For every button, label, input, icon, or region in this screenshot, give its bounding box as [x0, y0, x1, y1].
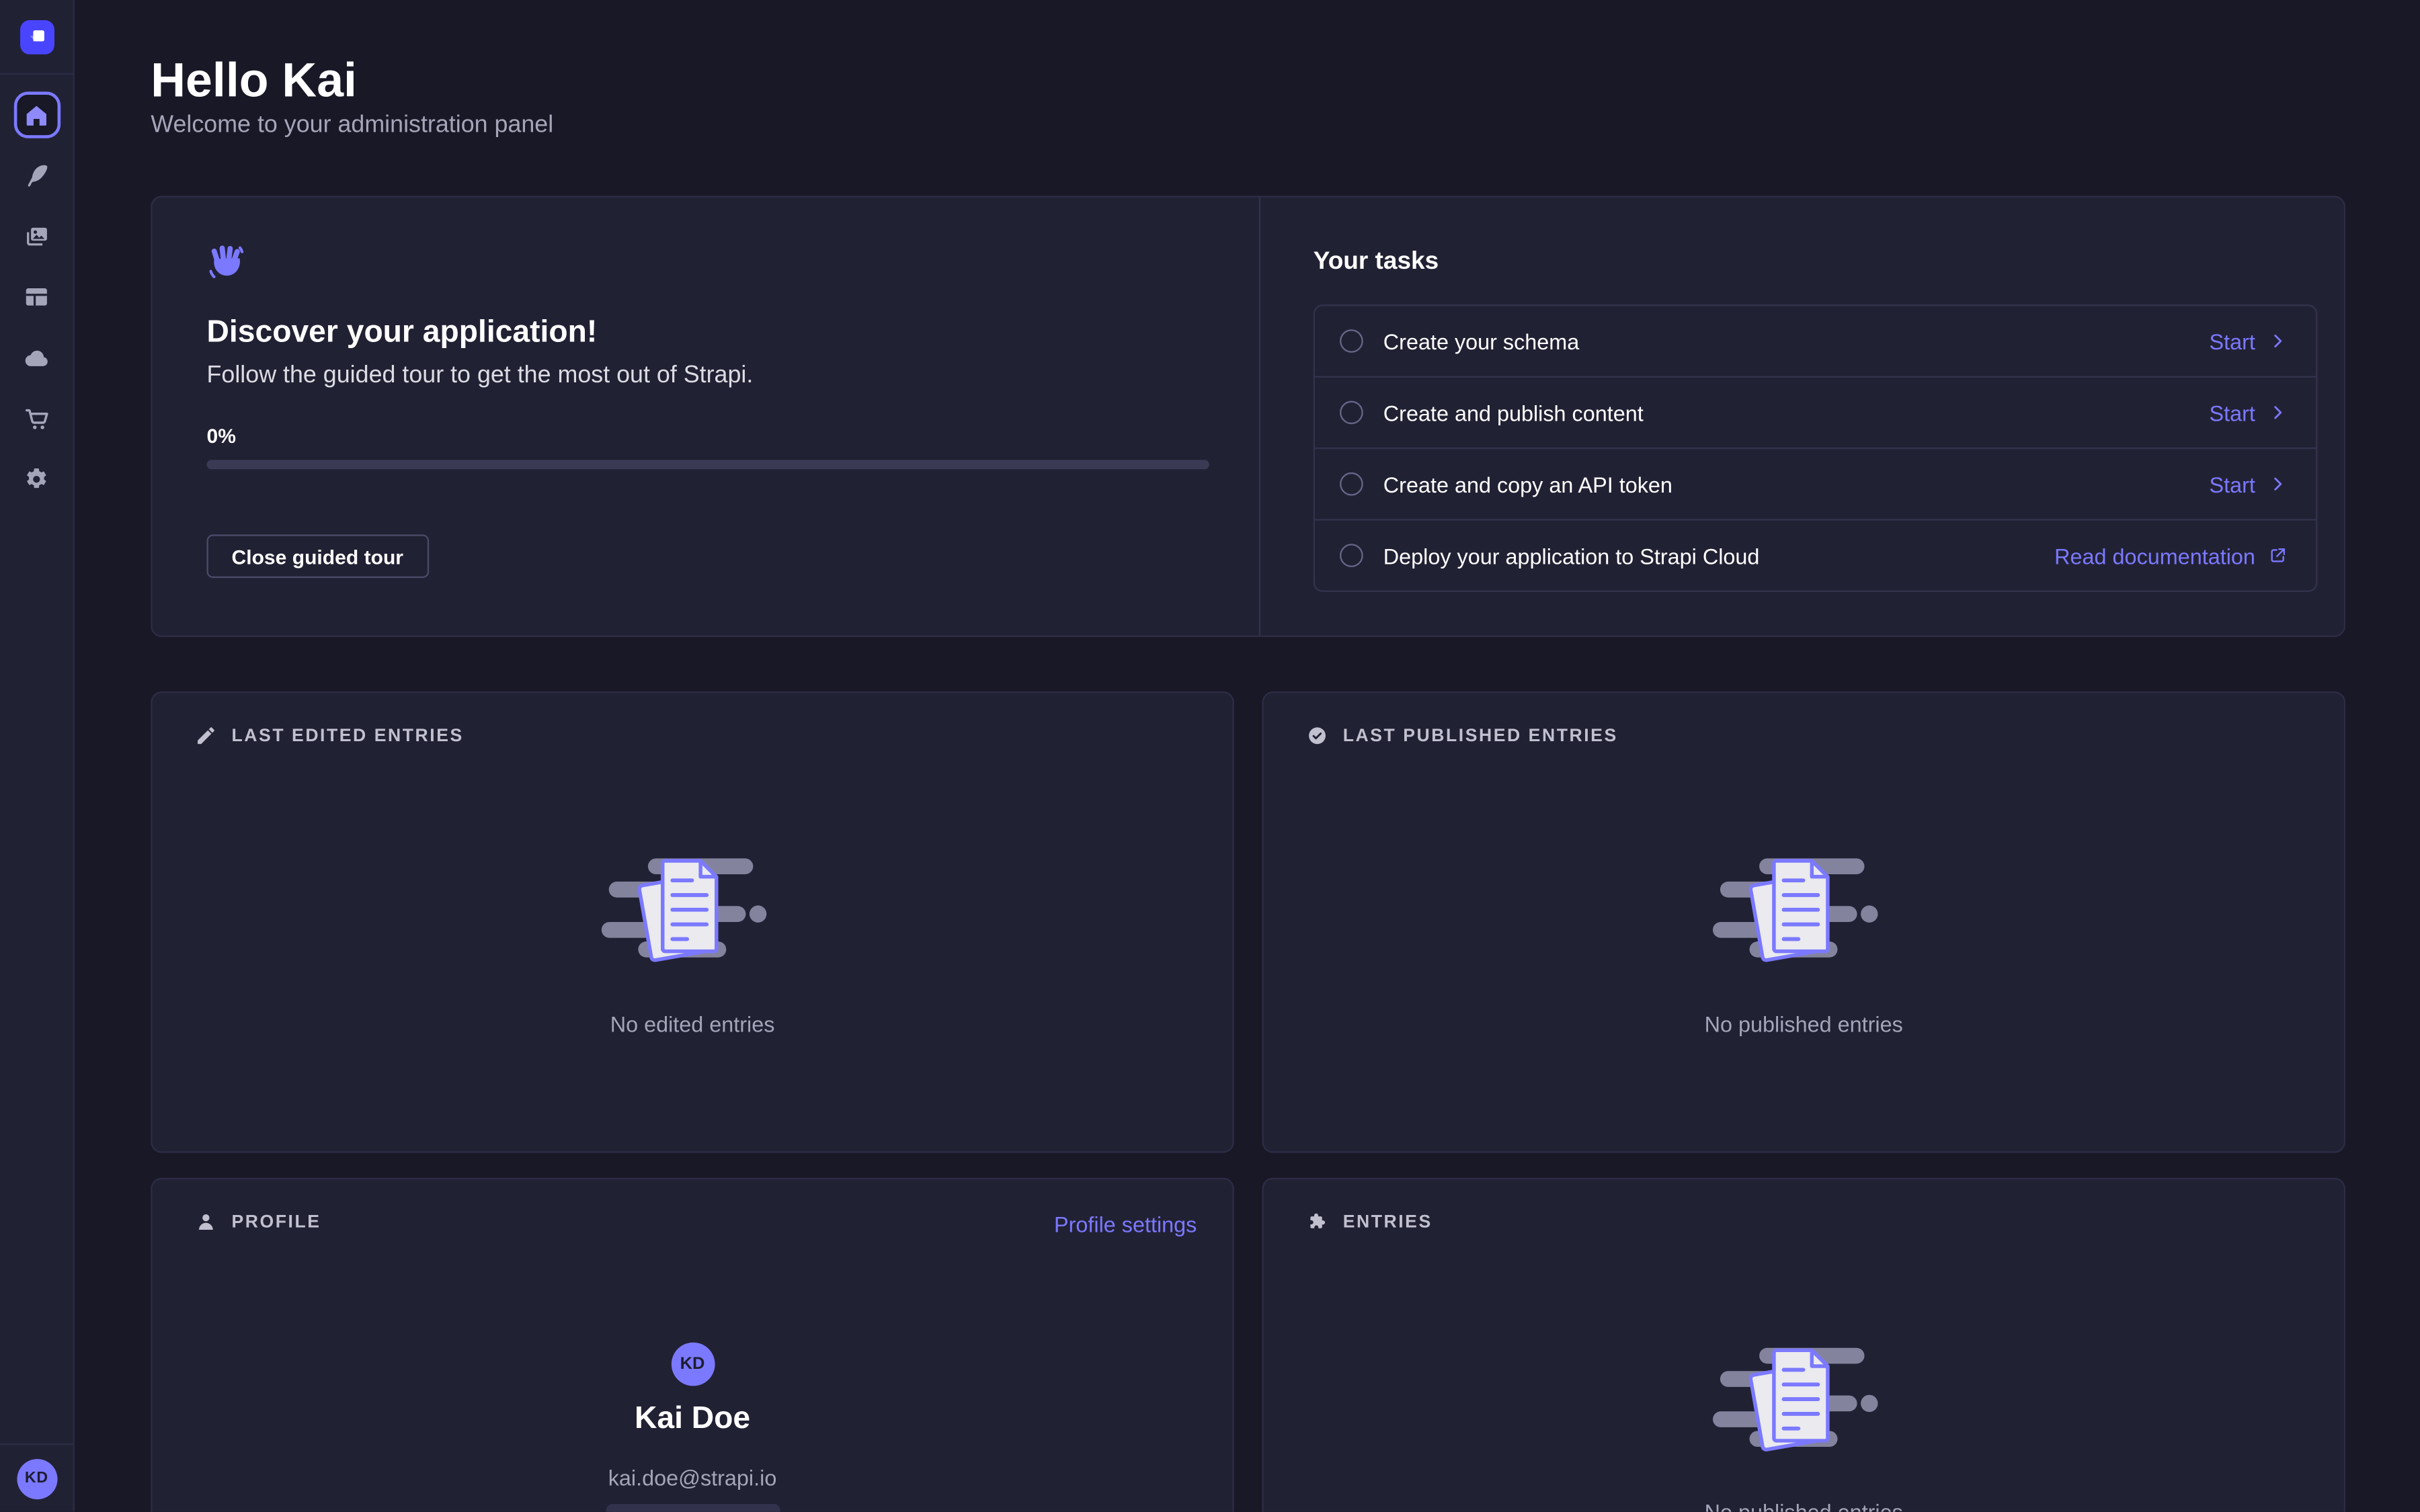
task-label: Deploy your application to Strapi Cloud	[1383, 543, 2054, 568]
card-title: LAST PUBLISHED ENTRIES	[1343, 726, 1618, 745]
sidebar-nav	[13, 91, 60, 501]
profile-name: Kai Doe	[153, 1402, 1233, 1437]
empty-documents-illustration	[1712, 848, 1896, 971]
task-status-circle	[1340, 472, 1363, 496]
tasks-title: Your tasks	[1314, 249, 1439, 277]
task-label: Create and publish content	[1383, 400, 2210, 425]
images-icon	[22, 221, 51, 251]
task-start-link[interactable]: Start	[2210, 400, 2288, 425]
empty-documents-illustration	[601, 848, 784, 971]
home-icon	[22, 100, 51, 130]
empty-documents-illustration	[1712, 1338, 1896, 1461]
cloud-icon	[22, 343, 51, 372]
task-action-label: Start	[2210, 329, 2255, 353]
empty-state-text: No published entries	[1264, 1011, 2344, 1036]
card-title: LAST EDITED ENTRIES	[232, 726, 464, 745]
sidebar-footer: KD	[0, 1443, 73, 1512]
profile-settings-link[interactable]: Profile settings	[1054, 1212, 1197, 1236]
feather-pen-icon	[22, 161, 51, 190]
task-action-label: Start	[2210, 400, 2255, 425]
page-title: Hello Kai	[151, 53, 357, 109]
task-label: Create your schema	[1383, 329, 2210, 353]
user-avatar-initials: KD	[25, 1470, 48, 1486]
empty-state-text: No published entries	[1264, 1499, 2344, 1511]
user-avatar[interactable]: KD	[16, 1458, 56, 1499]
guided-tour-card: Discover your application! Follow the gu…	[151, 196, 2345, 637]
gear-icon	[22, 464, 51, 493]
sidebar-divider	[0, 73, 73, 75]
waving-hand-icon	[205, 243, 247, 284]
task-row-create-schema[interactable]: Create your schema Start	[1315, 306, 2316, 377]
last-edited-entries-card: LAST EDITED ENTRIES	[151, 691, 1234, 1153]
profile-avatar: KD	[671, 1343, 715, 1386]
sidebar: KD	[0, 0, 75, 1512]
chevron-right-icon	[2267, 403, 2288, 423]
card-header: LAST EDITED ENTRIES	[194, 724, 464, 747]
task-row-deploy-cloud[interactable]: Deploy your application to Strapi Cloud …	[1315, 521, 2316, 591]
layout-icon	[22, 282, 51, 312]
chevron-right-icon	[2267, 331, 2288, 351]
external-link-icon	[2267, 546, 2288, 566]
guided-tour-subtitle: Follow the guided tour to get the most o…	[207, 362, 754, 390]
card-header: PROFILE	[194, 1210, 321, 1234]
profile-email: kai.doe@strapi.io	[153, 1465, 1233, 1490]
card-header: ENTRIES	[1305, 1210, 1433, 1234]
strapi-logo-icon	[23, 24, 51, 52]
card-title: ENTRIES	[1343, 1213, 1433, 1232]
cart-icon	[22, 403, 51, 433]
sidebar-item-settings[interactable]	[13, 455, 60, 501]
puzzle-icon	[1305, 1210, 1329, 1234]
strapi-logo[interactable]	[19, 20, 54, 54]
sidebar-item-deploy-cloud[interactable]	[13, 334, 60, 380]
strapi-admin-dashboard: KD Hello Kai Welcome to your administrat…	[0, 0, 2420, 1512]
guided-tour-title: Discover your application!	[207, 315, 598, 351]
sidebar-item-home[interactable]	[13, 91, 60, 138]
task-list: Create your schema Start Create and publ…	[1314, 304, 2318, 592]
sidebar-item-content-manager[interactable]	[13, 153, 60, 199]
card-title: PROFILE	[232, 1213, 321, 1232]
profile-avatar-initials: KD	[680, 1355, 705, 1374]
empty-state-text: No edited entries	[153, 1011, 1233, 1036]
task-action-label: Start	[2210, 472, 2255, 497]
entries-card: ENTRIES	[1262, 1178, 2345, 1512]
profile-role-badge	[606, 1504, 780, 1512]
sidebar-item-marketplace[interactable]	[13, 394, 60, 441]
task-status-circle	[1340, 544, 1363, 567]
sidebar-item-media-library[interactable]	[13, 213, 60, 259]
task-row-publish-content[interactable]: Create and publish content Start	[1315, 378, 2316, 449]
card-header: LAST PUBLISHED ENTRIES	[1305, 724, 1618, 747]
task-status-circle	[1340, 329, 1363, 353]
task-action-label: Read documentation	[2054, 543, 2255, 568]
progress-label: 0%	[207, 424, 236, 448]
progress-bar	[207, 460, 1209, 469]
pencil-icon	[194, 724, 218, 747]
page-subtitle: Welcome to your administration panel	[151, 112, 553, 140]
task-status-circle	[1340, 401, 1363, 425]
task-start-link[interactable]: Start	[2210, 329, 2288, 353]
task-row-api-token[interactable]: Create and copy an API token Start	[1315, 449, 2316, 520]
task-label: Create and copy an API token	[1383, 472, 2210, 497]
task-start-link[interactable]: Start	[2210, 472, 2288, 497]
sidebar-item-content-type-builder[interactable]	[13, 274, 60, 320]
read-documentation-link[interactable]: Read documentation	[2054, 543, 2288, 568]
main-content: Hello Kai Welcome to your administration…	[75, 0, 2420, 1512]
check-circle-icon	[1305, 724, 1329, 747]
chevron-right-icon	[2267, 474, 2288, 494]
card-vertical-divider	[1259, 198, 1260, 636]
last-published-entries-card: LAST PUBLISHED ENTRIES	[1262, 691, 2345, 1153]
profile-card: PROFILE Profile settings KD Kai Doe kai.…	[151, 1178, 1234, 1512]
close-guided-tour-button[interactable]: Close guided tour	[207, 534, 428, 578]
person-icon	[194, 1210, 218, 1234]
